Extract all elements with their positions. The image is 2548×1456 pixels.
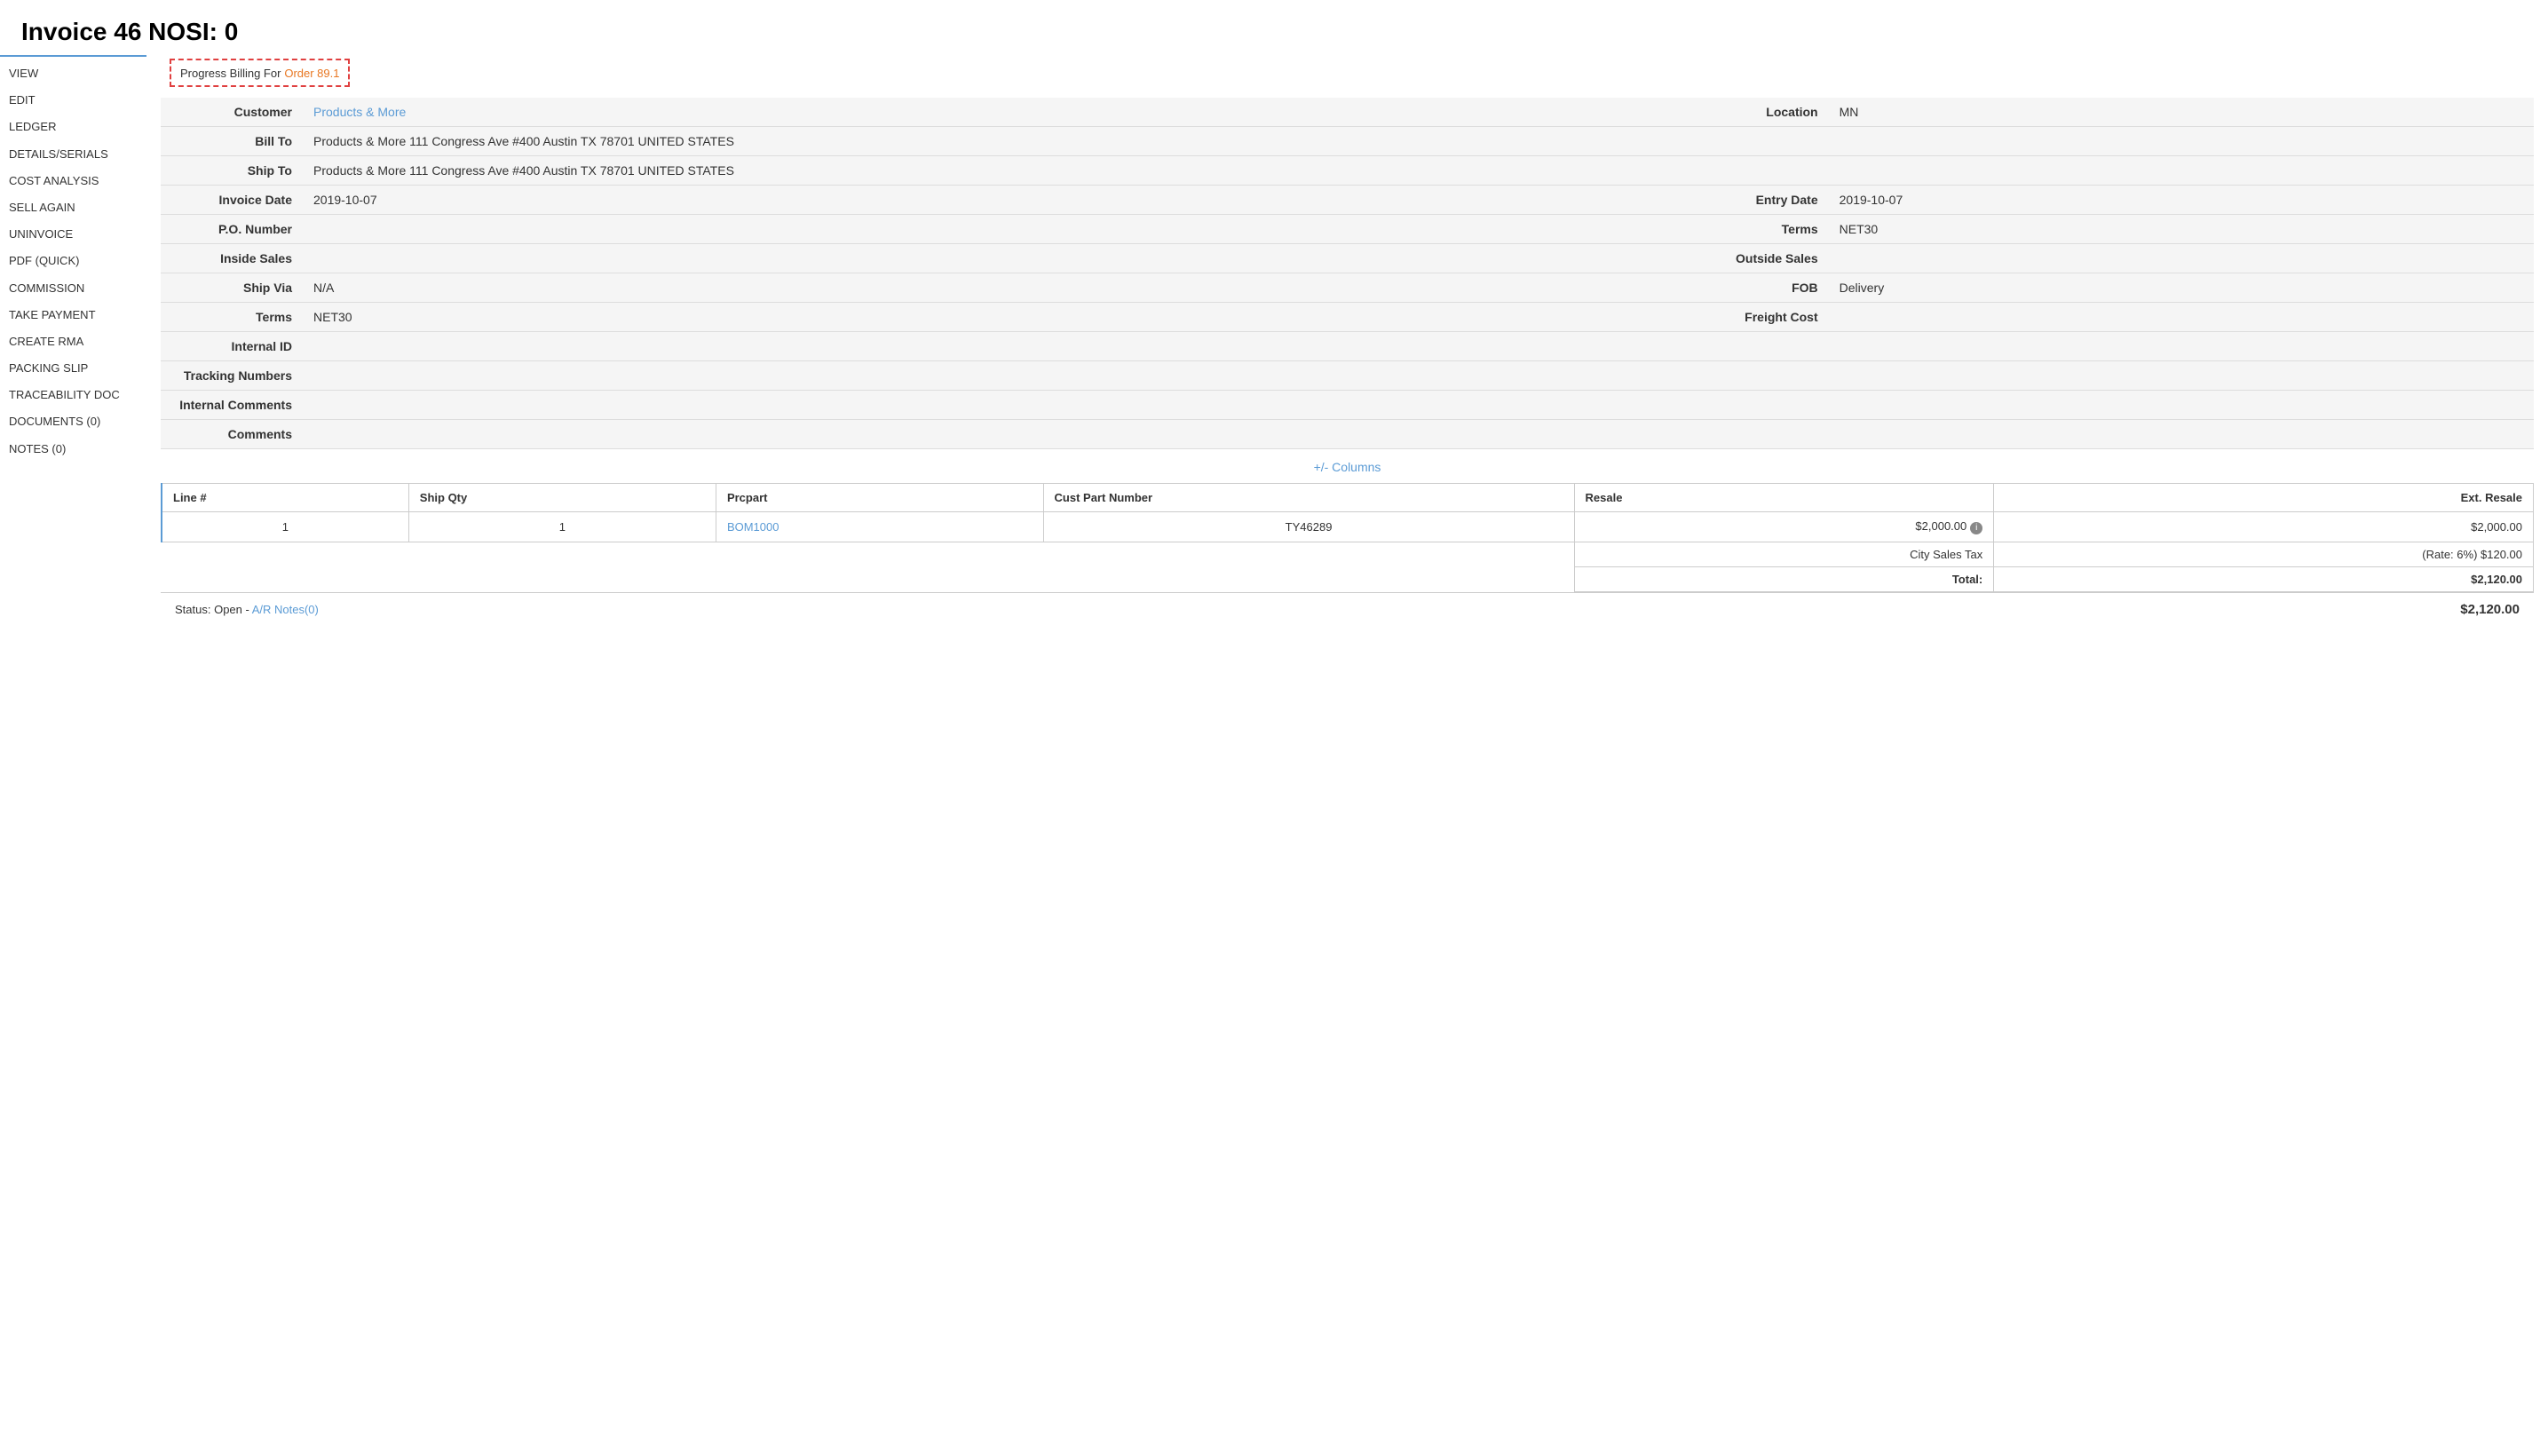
- total-value: $2,120.00: [1994, 567, 2534, 592]
- po-number-value: [303, 215, 1713, 244]
- col-line: Line #: [162, 484, 408, 512]
- col-ext-resale: Ext. Resale: [1994, 484, 2534, 512]
- sidebar-item-packing-slip[interactable]: PACKING SLIP: [0, 355, 146, 382]
- entry-date-label: Entry Date: [1713, 186, 1829, 215]
- prcpart-link[interactable]: BOM1000: [727, 520, 779, 534]
- sidebar-item-commission[interactable]: COMMISSION: [0, 275, 146, 302]
- sidebar-item-create-rma[interactable]: CREATE RMA: [0, 328, 146, 355]
- ar-notes-link[interactable]: A/R Notes(0): [252, 603, 319, 616]
- comments-label: Comments: [161, 420, 303, 449]
- page-title: Invoice 46 NOSI: 0: [0, 0, 2548, 55]
- internal-comments-label: Internal Comments: [161, 391, 303, 420]
- status-bar: Status: Open - A/R Notes(0) $2,120.00: [161, 592, 2534, 626]
- ship-via-value: N/A: [303, 273, 1713, 303]
- total-label: Total:: [1574, 567, 1994, 592]
- sidebar-item-uninvoice[interactable]: UNINVOICE: [0, 221, 146, 248]
- fob-label: FOB: [1713, 273, 1829, 303]
- tracking-numbers-label: Tracking Numbers: [161, 361, 303, 391]
- sidebar-item-traceability-doc[interactable]: TRACEABILITY DOC: [0, 382, 146, 408]
- bottom-total: $2,120.00: [2460, 602, 2520, 617]
- bill-to-label: Bill To: [161, 127, 303, 156]
- ship-to-value: Products & More 111 Congress Ave #400 Au…: [303, 156, 2534, 186]
- sidebar-item-documents--0-[interactable]: DOCUMENTS (0): [0, 408, 146, 435]
- sidebar-item-view[interactable]: VIEW: [0, 60, 146, 87]
- terms-value: NET30: [1829, 215, 2534, 244]
- freight-cost-label: Freight Cost: [1713, 303, 1829, 332]
- internal-comments-value: [303, 391, 2534, 420]
- location-label: Location: [1713, 98, 1829, 127]
- ext-resale-cell: $2,000.00: [1994, 512, 2534, 542]
- terms2-value: NET30: [303, 303, 1713, 332]
- invoice-date-value: 2019-10-07: [303, 186, 1713, 215]
- sidebar-item-ledger[interactable]: LEDGER: [0, 114, 146, 140]
- columns-link[interactable]: +/- Columns: [1314, 451, 1381, 483]
- location-value: MN: [1829, 98, 2534, 127]
- internal-id-label: Internal ID: [161, 332, 303, 361]
- internal-id-value: [303, 332, 2534, 361]
- col-cust-part: Cust Part Number: [1043, 484, 1574, 512]
- col-resale: Resale: [1574, 484, 1994, 512]
- ship-qty-cell: 1: [408, 512, 716, 542]
- outside-sales-value: [1829, 244, 2534, 273]
- progress-billing-text: Progress Billing For: [180, 67, 281, 80]
- resale-cell: $2,000.00i: [1574, 512, 1994, 542]
- info-table: Customer Products & More Location MN Bil…: [161, 98, 2534, 449]
- progress-billing-box: Progress Billing For Order 89.1: [170, 59, 350, 87]
- ship-to-label: Ship To: [161, 156, 303, 186]
- inside-sales-label: Inside Sales: [161, 244, 303, 273]
- entry-date-value: 2019-10-07: [1829, 186, 2534, 215]
- main-content: Customer Products & More Location MN Bil…: [161, 98, 2548, 640]
- customer-label: Customer: [161, 98, 303, 127]
- sidebar-item-edit[interactable]: EDIT: [0, 87, 146, 114]
- invoice-date-label: Invoice Date: [161, 186, 303, 215]
- sidebar-item-take-payment[interactable]: TAKE PAYMENT: [0, 302, 146, 328]
- fob-value: Delivery: [1829, 273, 2534, 303]
- po-number-label: P.O. Number: [161, 215, 303, 244]
- sidebar-item-pdf--quick-[interactable]: PDF (QUICK): [0, 248, 146, 274]
- sidebar-item-sell-again[interactable]: SELL AGAIN: [0, 194, 146, 221]
- line-cell: 1: [162, 512, 408, 542]
- city-sales-tax-label: City Sales Tax: [1574, 542, 1994, 567]
- tracking-numbers-value: [303, 361, 2534, 391]
- status-text: Status: Open -: [175, 603, 249, 616]
- customer-link[interactable]: Products & More: [313, 105, 406, 119]
- sidebar-item-notes--0-[interactable]: NOTES (0): [0, 436, 146, 463]
- terms-label: Terms: [1713, 215, 1829, 244]
- freight-cost-value: [1829, 303, 2534, 332]
- comments-value: [303, 420, 2534, 449]
- data-table: Line # Ship Qty Prcpart Cust Part Number…: [161, 483, 2534, 592]
- cust-part-cell: TY46289: [1043, 512, 1574, 542]
- sidebar: VIEWEDITLEDGERDETAILS/SERIALSCOST ANALYS…: [0, 55, 146, 463]
- customer-value: Products & More: [303, 98, 1713, 127]
- inside-sales-value: [303, 244, 1713, 273]
- table-row: 11 BOM1000 TY46289$2,000.00i$2,000.00: [162, 512, 2534, 542]
- prcpart-cell[interactable]: BOM1000: [716, 512, 1043, 542]
- outside-sales-label: Outside Sales: [1713, 244, 1829, 273]
- bill-to-value: Products & More 111 Congress Ave #400 Au…: [303, 127, 2534, 156]
- info-icon[interactable]: i: [1970, 522, 1982, 534]
- ship-via-label: Ship Via: [161, 273, 303, 303]
- col-prcpart: Prcpart: [716, 484, 1043, 512]
- terms2-label: Terms: [161, 303, 303, 332]
- city-sales-tax-value: (Rate: 6%) $120.00: [1994, 542, 2534, 567]
- sidebar-item-details-serials[interactable]: DETAILS/SERIALS: [0, 141, 146, 168]
- order-link[interactable]: Order 89.1: [284, 67, 339, 80]
- sidebar-item-cost-analysis[interactable]: COST ANALYSIS: [0, 168, 146, 194]
- col-ship-qty: Ship Qty: [408, 484, 716, 512]
